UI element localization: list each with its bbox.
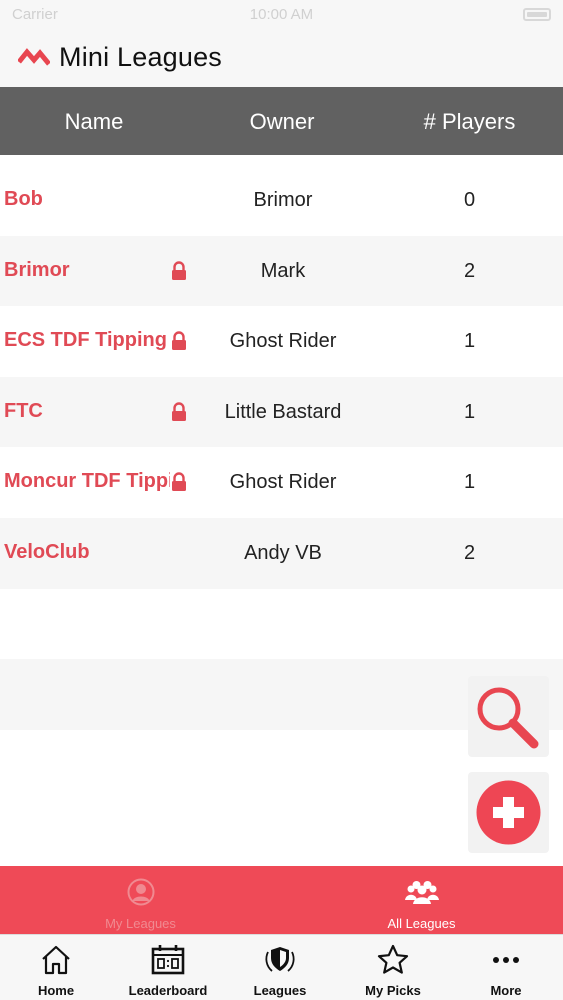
home-icon — [42, 945, 70, 975]
nav-my-picks[interactable]: My Picks — [337, 935, 449, 1000]
league-owner: Ghost Rider — [229, 330, 337, 353]
nav-leagues-label: Leagues — [253, 983, 307, 998]
nav-leaderboard-label: Leaderboard — [128, 983, 208, 998]
nav-my-picks-label: My Picks — [365, 983, 421, 998]
league-list: Bob Brimor 0 Brimor Mark 2 ECS TDF Tippi… — [0, 165, 563, 730]
league-player-count: 0 — [463, 189, 476, 211]
league-player-count: 2 — [463, 259, 476, 282]
league-player-count: 2 — [463, 541, 476, 564]
league-name[interactable]: VeloClub — [4, 541, 170, 564]
league-owner: Little Bastard — [224, 400, 342, 423]
league-player-count: 1 — [463, 471, 476, 494]
search-icon — [477, 687, 539, 749]
league-name[interactable]: Moncur TDF Tipping — [4, 470, 170, 493]
battery-icon — [523, 8, 551, 21]
league-name[interactable]: Brimor — [4, 259, 170, 282]
scoreboard-icon — [151, 945, 185, 975]
mini-leagues-screen: Carrier 10:00 AM Mini Leagues Name Owner… — [0, 0, 563, 1000]
shield-icon — [265, 947, 295, 972]
nav-home-label: Home — [37, 983, 75, 998]
league-player-count: 1 — [463, 400, 476, 423]
person-icon — [127, 878, 154, 906]
lock-icon — [172, 260, 186, 280]
league-filter-tabs: My Leagues All Leagues — [0, 866, 563, 934]
table-row[interactable]: FTC Little Bastard 1 — [0, 376, 563, 448]
column-header-name[interactable]: Name — [0, 109, 188, 135]
lock-icon — [172, 331, 186, 351]
status-bar: Carrier 10:00 AM — [0, 0, 563, 30]
add-icon — [476, 780, 541, 845]
nav-leagues[interactable]: Leagues — [224, 935, 336, 1000]
table-header: Name Owner # Players — [0, 87, 563, 155]
tab-my-leagues-label: My Leagues — [105, 916, 176, 931]
column-header-owner[interactable]: Owner — [188, 109, 376, 135]
table-row[interactable]: Brimor Mark 2 — [0, 235, 563, 307]
league-owner: Andy VB — [244, 541, 322, 564]
lock-icon — [172, 472, 186, 492]
table-row[interactable]: Moncur TDF Tipping Ghost Rider 1 — [0, 447, 563, 518]
tab-all-leagues-label: All Leagues — [387, 916, 456, 931]
nav-home[interactable]: Home — [0, 935, 112, 1000]
column-header-players[interactable]: # Players — [376, 109, 563, 135]
league-owner: Mark — [260, 259, 306, 282]
group-icon — [404, 881, 439, 904]
league-owner: Brimor — [253, 189, 313, 211]
star-icon — [377, 944, 409, 974]
tab-my-leagues[interactable]: My Leagues — [0, 866, 281, 934]
nav-more-label: More — [490, 983, 522, 998]
lock-icon — [172, 402, 186, 421]
nav-more[interactable]: More — [450, 935, 562, 1000]
search-button[interactable] — [468, 676, 549, 757]
table-row[interactable]: ECS TDF Tipping Ghost Rider 1 — [0, 306, 563, 377]
nav-leaderboard[interactable]: Leaderboard — [112, 935, 224, 1000]
bottom-navigation: Home Leaderboard Leagues My Picks More — [0, 934, 563, 1000]
league-name[interactable]: FTC — [4, 400, 170, 423]
table-row[interactable]: Bob Brimor 0 — [0, 165, 563, 236]
league-name[interactable]: Bob — [4, 188, 170, 211]
add-league-button[interactable] — [468, 772, 549, 853]
league-owner: Ghost Rider — [229, 471, 337, 494]
tab-all-leagues[interactable]: All Leagues — [281, 866, 562, 934]
league-name[interactable]: ECS TDF Tipping — [4, 329, 170, 352]
page-title: Mini Leagues — [59, 42, 223, 72]
status-time: 10:00 AM — [249, 6, 314, 23]
empty-row — [0, 589, 563, 660]
ellipsis-icon — [493, 957, 519, 963]
table-row[interactable]: VeloClub Andy VB 2 — [0, 517, 563, 589]
title-bar: Mini Leagues — [0, 30, 563, 87]
league-player-count: 1 — [463, 330, 476, 353]
app-logo-icon — [18, 48, 50, 66]
